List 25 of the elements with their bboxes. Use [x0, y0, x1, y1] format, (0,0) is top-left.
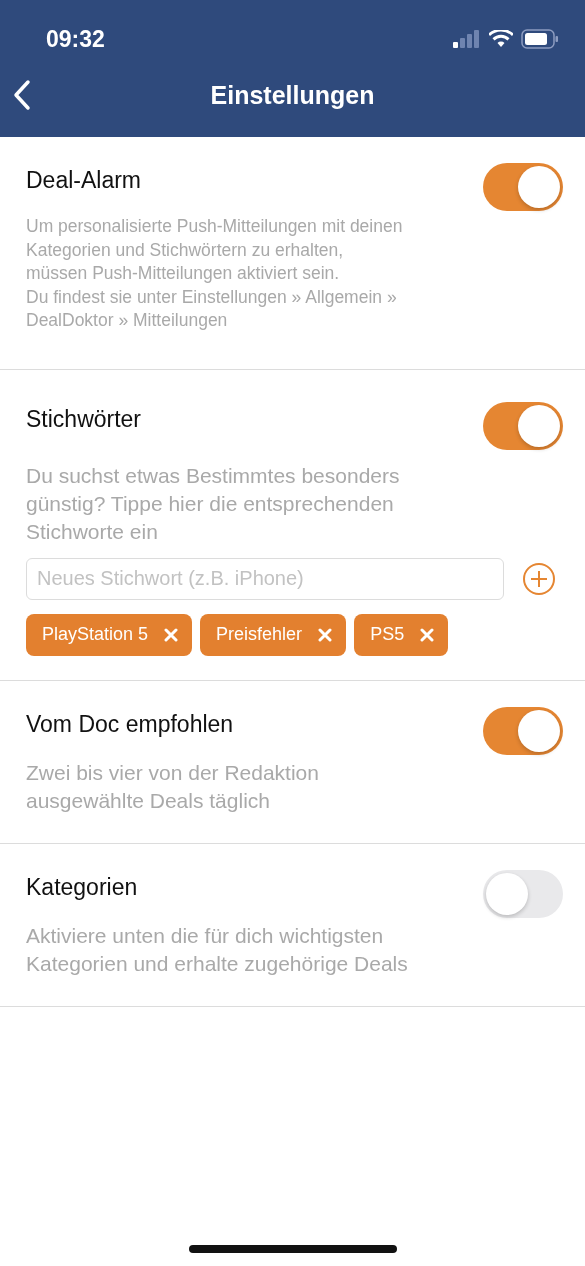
setting-description: Zwei bis vier von der Redaktion ausgewählte Deals täglich — [26, 759, 320, 814]
tag-label: Preisfehler — [216, 624, 303, 645]
wifi-icon — [489, 30, 513, 48]
screen-title: Einstellungen — [210, 81, 375, 110]
toggle-switch[interactable] — [483, 706, 563, 755]
battery-icon — [521, 29, 559, 49]
toggle-switch[interactable] — [483, 869, 563, 918]
toggle-switch[interactable] — [483, 401, 563, 450]
status-time: 09:32 — [46, 25, 105, 53]
remove-icon[interactable] — [420, 627, 435, 642]
add-icon[interactable] — [522, 561, 556, 596]
tag-label: PlayStation 5 — [42, 624, 149, 645]
setting-description: Aktiviere unten die für dich wichtigsten Kategorien und erhalte zugehörige Deals — [26, 922, 409, 977]
signal-icon — [453, 30, 481, 48]
setting-title: Kategorien — [26, 873, 138, 901]
keyword-input[interactable]: Neues Stichwort (z.B. iPhone) — [26, 557, 504, 600]
setting-title: Stichwörter — [26, 405, 142, 433]
setting-title: Deal-Alarm — [26, 167, 142, 194]
setting-title: Vom Doc empfohlen — [26, 710, 234, 738]
toggle-switch[interactable] — [483, 163, 563, 211]
setting-description: Du suchst etwas Bestimmtes besonders günstig? Tippe hier die entsprechenden Stichworte ein — [26, 462, 401, 545]
remove-icon[interactable] — [318, 627, 333, 642]
setting-description: Um personalisierte Push-Mitteilungen mit deinen Kategorien und Stichwörtern zu erhalten, müssen Push-Mitteilungen aktiviert sein. Du findest sie unter Einstellungen » Allgemein » DealDoktor » Mitteilungen — [26, 215, 404, 332]
tag-label: PS5 — [370, 624, 405, 645]
remove-icon[interactable] — [164, 627, 179, 642]
